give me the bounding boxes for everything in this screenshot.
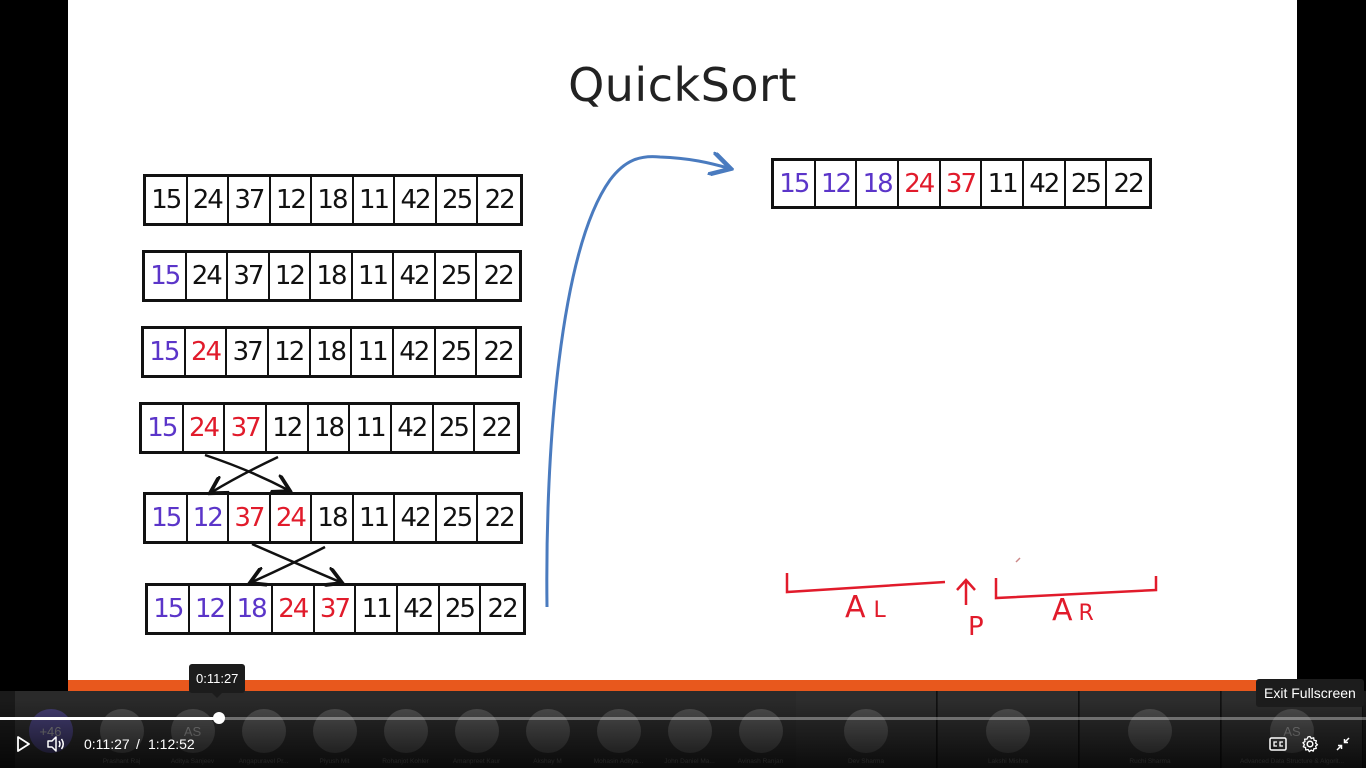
partition-right-label: AR <box>1052 593 1094 628</box>
exit-fullscreen-button[interactable] <box>1331 732 1355 756</box>
settings-button[interactable] <box>1298 732 1322 756</box>
current-time: 0:11:27 <box>84 736 130 752</box>
volume-icon <box>47 736 64 752</box>
gear-icon <box>1302 735 1319 753</box>
pivot-label: P <box>968 612 984 642</box>
duration: 1:12:52 <box>148 736 195 752</box>
exit-fullscreen-icon <box>1336 737 1350 751</box>
swap-arrow <box>212 455 279 492</box>
seek-bar-played <box>0 717 219 720</box>
partition-left-label: AL <box>845 590 886 625</box>
seek-bar[interactable] <box>0 712 1366 724</box>
captions-button[interactable] <box>1266 732 1290 756</box>
exit-fullscreen-tooltip: Exit Fullscreen <box>1256 679 1364 707</box>
annotation-strokes <box>204 0 1158 608</box>
swap-arrow <box>252 545 326 582</box>
pivot-arrow <box>956 578 976 605</box>
seek-bar-handle[interactable] <box>212 712 225 724</box>
time-separator: / <box>136 736 140 752</box>
volume-button[interactable] <box>44 732 68 756</box>
play-button[interactable] <box>11 732 35 756</box>
captions-icon <box>1269 737 1287 751</box>
pen-mark <box>1015 557 1021 563</box>
play-icon <box>17 736 30 752</box>
transition-arrow <box>545 157 728 608</box>
seek-time-tooltip: 0:11:27 <box>189 664 246 698</box>
controls-overlay <box>0 700 1366 768</box>
